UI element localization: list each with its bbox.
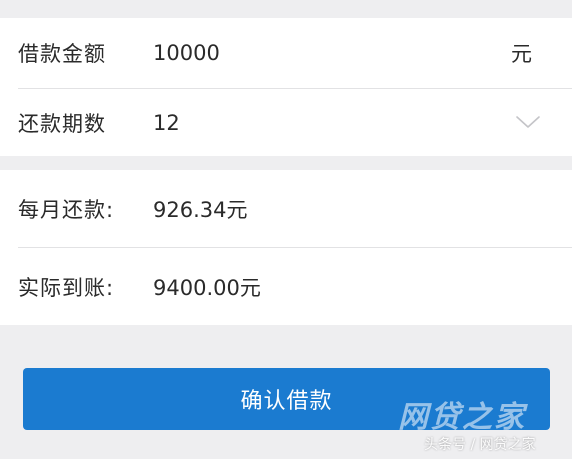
monthly-payment-row: 每月还款: 926.34元: [0, 170, 572, 247]
loan-amount-input[interactable]: 10000: [153, 41, 220, 65]
repayment-result-section: 每月还款: 926.34元 实际到账: 9400.00元: [0, 170, 572, 325]
loan-amount-unit: 元: [511, 42, 532, 66]
chevron-down-icon[interactable]: [515, 114, 541, 130]
confirm-loan-button[interactable]: 确认借款: [23, 368, 550, 430]
repayment-term-select[interactable]: 12: [153, 111, 180, 135]
loan-form-section: 借款金额 10000 元 还款期数 12: [0, 18, 572, 156]
monthly-payment-label: 每月还款:: [18, 197, 115, 222]
repayment-term-label: 还款期数: [18, 111, 106, 136]
watermark-caption: 头条号 / 网贷之家: [424, 437, 536, 453]
actual-received-row: 实际到账: 9400.00元: [0, 248, 572, 325]
repayment-term-row[interactable]: 还款期数 12: [0, 89, 572, 156]
actual-received-value: 9400.00元: [153, 275, 261, 300]
loan-amount-label: 借款金额: [18, 42, 106, 66]
loan-amount-row[interactable]: 借款金额 10000 元: [0, 18, 572, 88]
monthly-payment-value: 926.34元: [153, 197, 248, 222]
actual-received-label: 实际到账:: [18, 275, 115, 300]
